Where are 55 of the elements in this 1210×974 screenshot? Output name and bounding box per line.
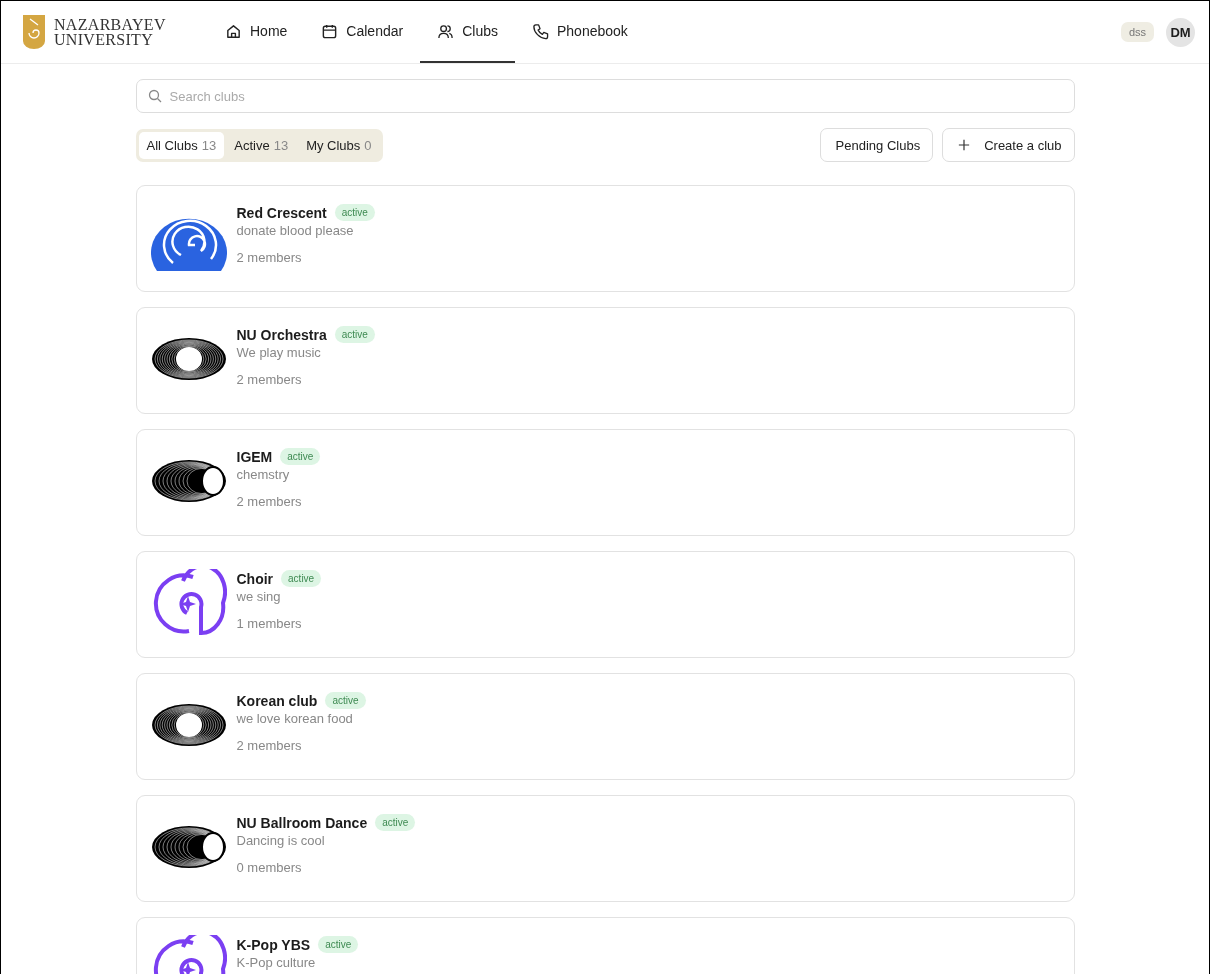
status-badge: active: [318, 936, 359, 953]
club-description: chemstry: [236, 467, 291, 482]
users-icon: [437, 22, 455, 40]
brand-name: UNIVERSITY: [54, 32, 154, 47]
status-badge: active: [334, 204, 375, 221]
member-count: 2 members: [236, 250, 303, 265]
nav-tab[interactable]: Phonebook: [515, 1, 645, 63]
member-count: 1 members: [236, 616, 303, 631]
filter-tab[interactable]: My Clubs 0: [298, 131, 380, 159]
club-card[interactable]: NU Ballroom Dance active Dancing is cool 0 members: [135, 795, 1075, 902]
club-card[interactable]: Korean club active we love korean food 2 members: [135, 673, 1075, 780]
club-description: donate blood please: [236, 223, 355, 238]
club-name: IGEM: [236, 448, 273, 465]
search-icon: [147, 89, 162, 103]
member-count: 2 members: [236, 738, 303, 753]
club-description: we sing: [236, 589, 282, 604]
status-badge: active: [281, 570, 322, 587]
brand-name: NAZARBAYEV: [54, 17, 166, 32]
home-icon: [225, 22, 242, 40]
club-name: NU Orchestra: [236, 326, 327, 343]
nav-tab[interactable]: Calendar: [304, 1, 421, 63]
member-count: 2 members: [236, 372, 303, 387]
filter-tab[interactable]: Active 13: [226, 131, 297, 159]
club-description: we love korean food: [236, 711, 354, 726]
status-badge: active: [280, 448, 321, 465]
club-name: Choir: [236, 570, 274, 587]
filter-tab[interactable]: All Clubs 13: [138, 131, 225, 159]
club-description: K-Pop culture: [236, 955, 317, 970]
club-card[interactable]: K-Pop YBS active K-Pop culture: [135, 917, 1075, 974]
action-button[interactable]: Pending Clubs: [819, 128, 934, 162]
club-name: NU Ballroom Dance: [236, 814, 368, 831]
club-name: Korean club: [236, 692, 318, 709]
club-card[interactable]: Red Crescent active donate blood please 2 members: [135, 185, 1075, 292]
user-avatar[interactable]: DM: [1166, 17, 1195, 47]
status-badge: active: [375, 814, 416, 831]
club-card[interactable]: Choir active we sing 1 members: [135, 551, 1075, 658]
member-count: 2 members: [236, 494, 303, 509]
user-tag: dss: [1120, 22, 1154, 42]
nav-tab[interactable]: Clubs: [420, 1, 515, 63]
action-button[interactable]: Create a club: [942, 128, 1075, 162]
nav-tab[interactable]: Home: [208, 1, 305, 63]
status-badge: active: [334, 326, 375, 343]
club-description: Dancing is cool: [236, 833, 326, 848]
club-name: Red Crescent: [236, 204, 327, 221]
club-card[interactable]: IGEM active chemstry 2 members: [135, 429, 1075, 536]
club-description: We play music: [236, 345, 322, 360]
club-name: K-Pop YBS: [236, 936, 311, 953]
calendar-icon: [321, 22, 339, 40]
search-field[interactable]: Search clubs: [135, 79, 1075, 113]
member-count: 0 members: [236, 860, 303, 875]
phone-icon: [532, 22, 549, 40]
club-card[interactable]: NU Orchestra active We play music 2 members: [135, 307, 1075, 414]
university-logo-icon: [23, 15, 45, 49]
plus-icon: [958, 139, 971, 151]
status-badge: active: [325, 692, 366, 709]
